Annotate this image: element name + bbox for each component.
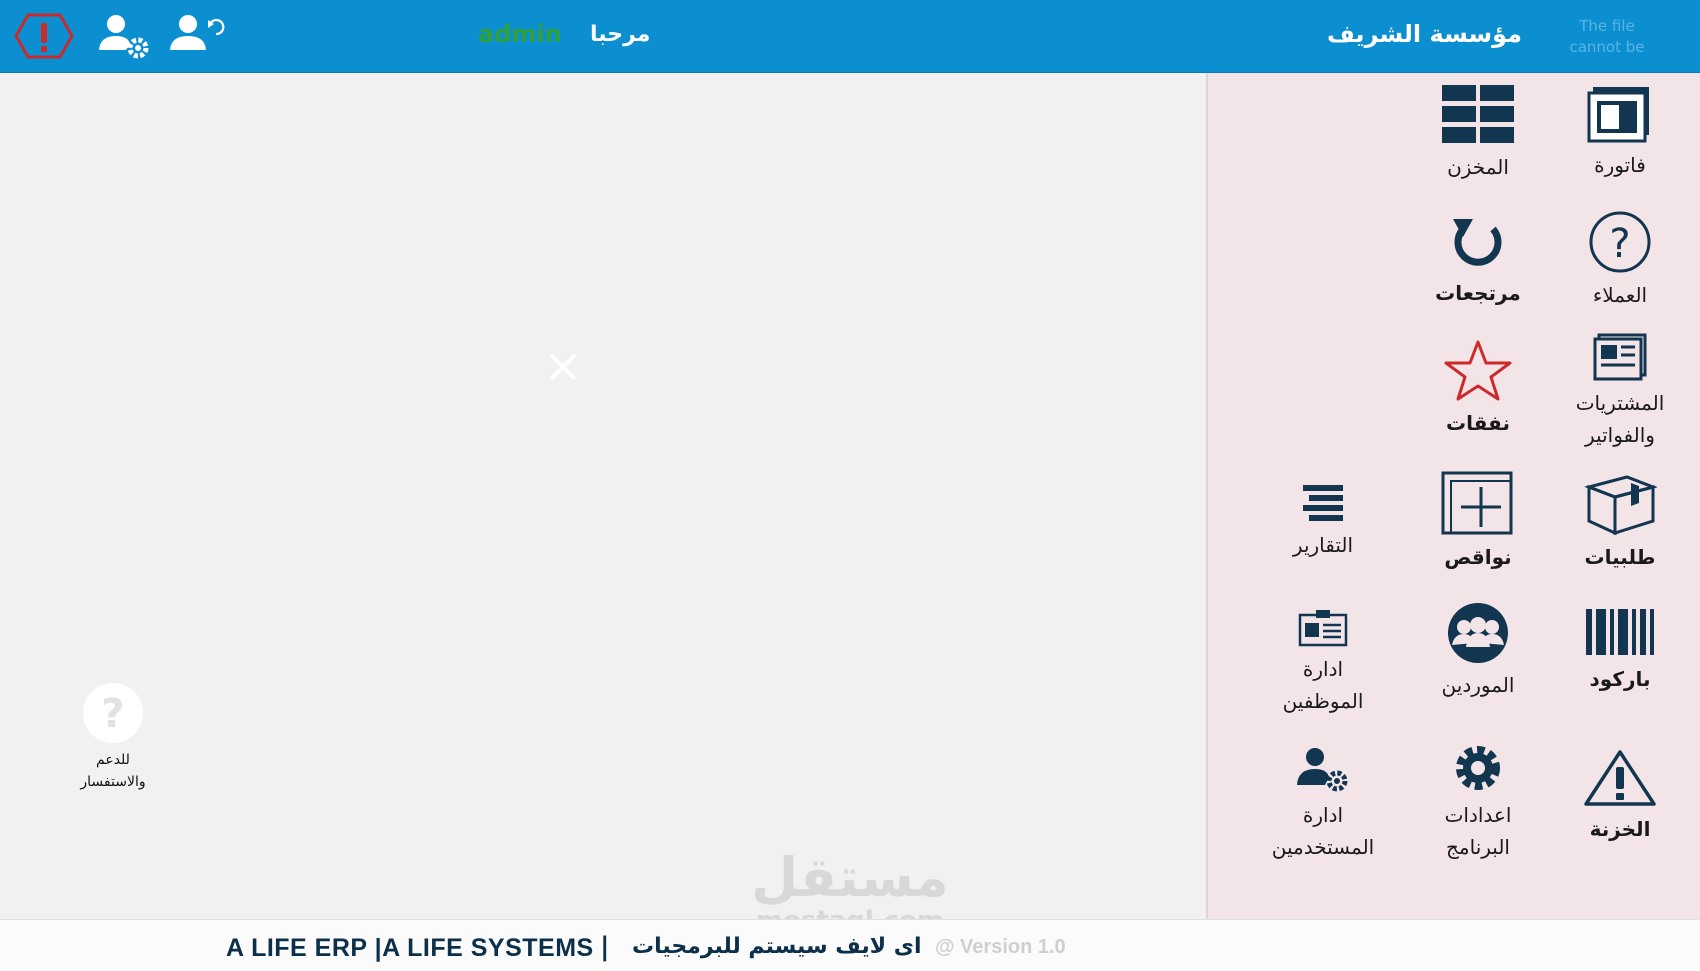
menu-treasury-label: الخزنة (1589, 817, 1651, 841)
menu-returns[interactable]: مرتجعات (1403, 211, 1553, 309)
menu-treasury[interactable]: الخزنة (1545, 749, 1695, 845)
support-button[interactable]: ? للدعم والاستفسار (58, 681, 168, 793)
broken-logo-image: The file cannot be (1569, 17, 1645, 56)
help-icon: ? (83, 683, 143, 743)
close-icon[interactable] (545, 349, 581, 385)
support-label-1: للدعم (96, 752, 130, 768)
warning-icon (1584, 750, 1656, 806)
menu-orders-label: طلبيات (1584, 545, 1656, 569)
menu-expenses-label: نفقات (1446, 411, 1510, 435)
menu-purchases[interactable]: المشتريات والفواتير (1545, 333, 1695, 451)
menu-customers[interactable]: ? العملاء (1545, 211, 1695, 311)
user-gear-icon (1297, 748, 1348, 792)
star-icon (1444, 340, 1512, 401)
menu-shortages[interactable]: نواقص (1403, 471, 1553, 573)
company-name: مؤسسة الشريف (1326, 20, 1522, 48)
svg-text:?: ? (1609, 221, 1630, 267)
menu-settings-label-2: البرنامج (1445, 835, 1510, 859)
svg-text:?: ? (101, 691, 124, 737)
menu-settings-label-1: اعدادات (1444, 803, 1512, 827)
footer-version: @ Version 1.0 (935, 936, 1066, 958)
footer-brand: A LIFE ERP |A LIFE SYSTEMS (226, 934, 594, 962)
support-label-2: والاستفسار (80, 774, 146, 790)
box-icon (1584, 475, 1657, 535)
footer-company-arabic: اى لايف سيستم للبرمجيات (632, 934, 922, 959)
document-icon (1593, 333, 1647, 381)
menu-employees[interactable]: ادارة الموظفين (1248, 609, 1398, 717)
menu-invoice[interactable]: فاتورة (1545, 83, 1695, 181)
menu-barcode[interactable]: باركود (1545, 607, 1695, 695)
menu-returns-label: مرتجعات (1435, 281, 1521, 305)
username: admin (478, 20, 562, 48)
menu-warehouse[interactable]: المخزن (1403, 83, 1553, 183)
user-settings-icon[interactable] (96, 12, 154, 64)
menu-suppliers[interactable]: الموردين (1403, 603, 1553, 701)
top-bar: admin مرحبا مؤسسة الشريف The file cannot… (0, 0, 1700, 73)
workspace-area: ? للدعم والاستفسار (0, 73, 1206, 919)
menu-invoice-label: فاتورة (1594, 153, 1646, 177)
menu-reports-label: التقارير (1292, 533, 1354, 557)
group-icon (1448, 603, 1508, 663)
menu-suppliers-label: الموردين (1441, 673, 1515, 697)
gear-icon (1456, 746, 1500, 790)
menu-employees-label-1: ادارة (1302, 657, 1344, 681)
menu-employees-label-2: الموظفين (1282, 689, 1364, 713)
menu-reports[interactable]: التقارير (1248, 483, 1398, 561)
menu-orders[interactable]: طلبيات (1545, 473, 1695, 573)
footer-separator: | (600, 932, 610, 962)
menu-settings[interactable]: اعدادات البرنامج (1403, 743, 1553, 863)
grid-icon (1442, 85, 1514, 143)
menu-barcode-label: باركود (1589, 667, 1651, 691)
refresh-icon (1453, 219, 1502, 266)
invoice-icon (1587, 87, 1649, 143)
welcome-text: مرحبا (590, 22, 651, 47)
id-card-icon (1298, 610, 1348, 647)
main-menu-panel: فاتورة المخزن ? العملاء مرتجعات المشتريا… (1206, 73, 1700, 919)
watermark-main: مستقل (751, 846, 949, 909)
list-icon (1303, 485, 1343, 521)
add-box-icon (1441, 471, 1513, 535)
menu-expenses[interactable]: نفقات (1403, 339, 1553, 439)
menu-warehouse-label: المخزن (1447, 155, 1509, 179)
menu-users-label-1: ادارة (1302, 803, 1344, 827)
menu-purchases-label-2: والفواتير (1585, 423, 1655, 447)
question-icon: ? (1589, 211, 1651, 273)
menu-customers-label: العملاء (1592, 283, 1648, 307)
barcode-icon (1586, 609, 1654, 655)
menu-purchases-label-1: المشتريات (1575, 391, 1665, 415)
footer-bar: A LIFE ERP |A LIFE SYSTEMS | اى لايف سيس… (0, 919, 1700, 971)
menu-users-label-2: المستخدمين (1271, 835, 1375, 859)
switch-user-icon[interactable] (166, 12, 228, 64)
alert-icon[interactable] (14, 12, 74, 64)
menu-users[interactable]: ادارة المستخدمين (1248, 745, 1398, 863)
menu-shortages-label: نواقص (1444, 545, 1512, 569)
